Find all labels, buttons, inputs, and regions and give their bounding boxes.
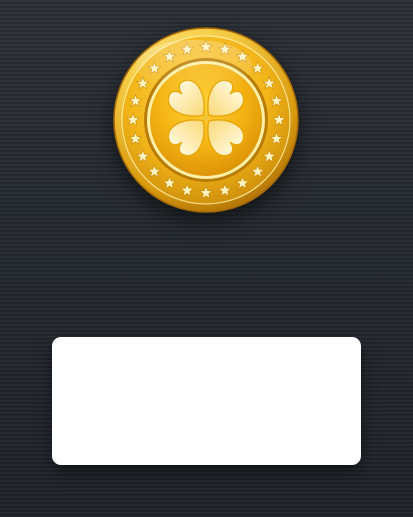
panel-text <box>52 337 361 369</box>
clover-coin-icon <box>112 26 300 214</box>
white-panel <box>52 337 361 465</box>
screen <box>0 0 413 517</box>
